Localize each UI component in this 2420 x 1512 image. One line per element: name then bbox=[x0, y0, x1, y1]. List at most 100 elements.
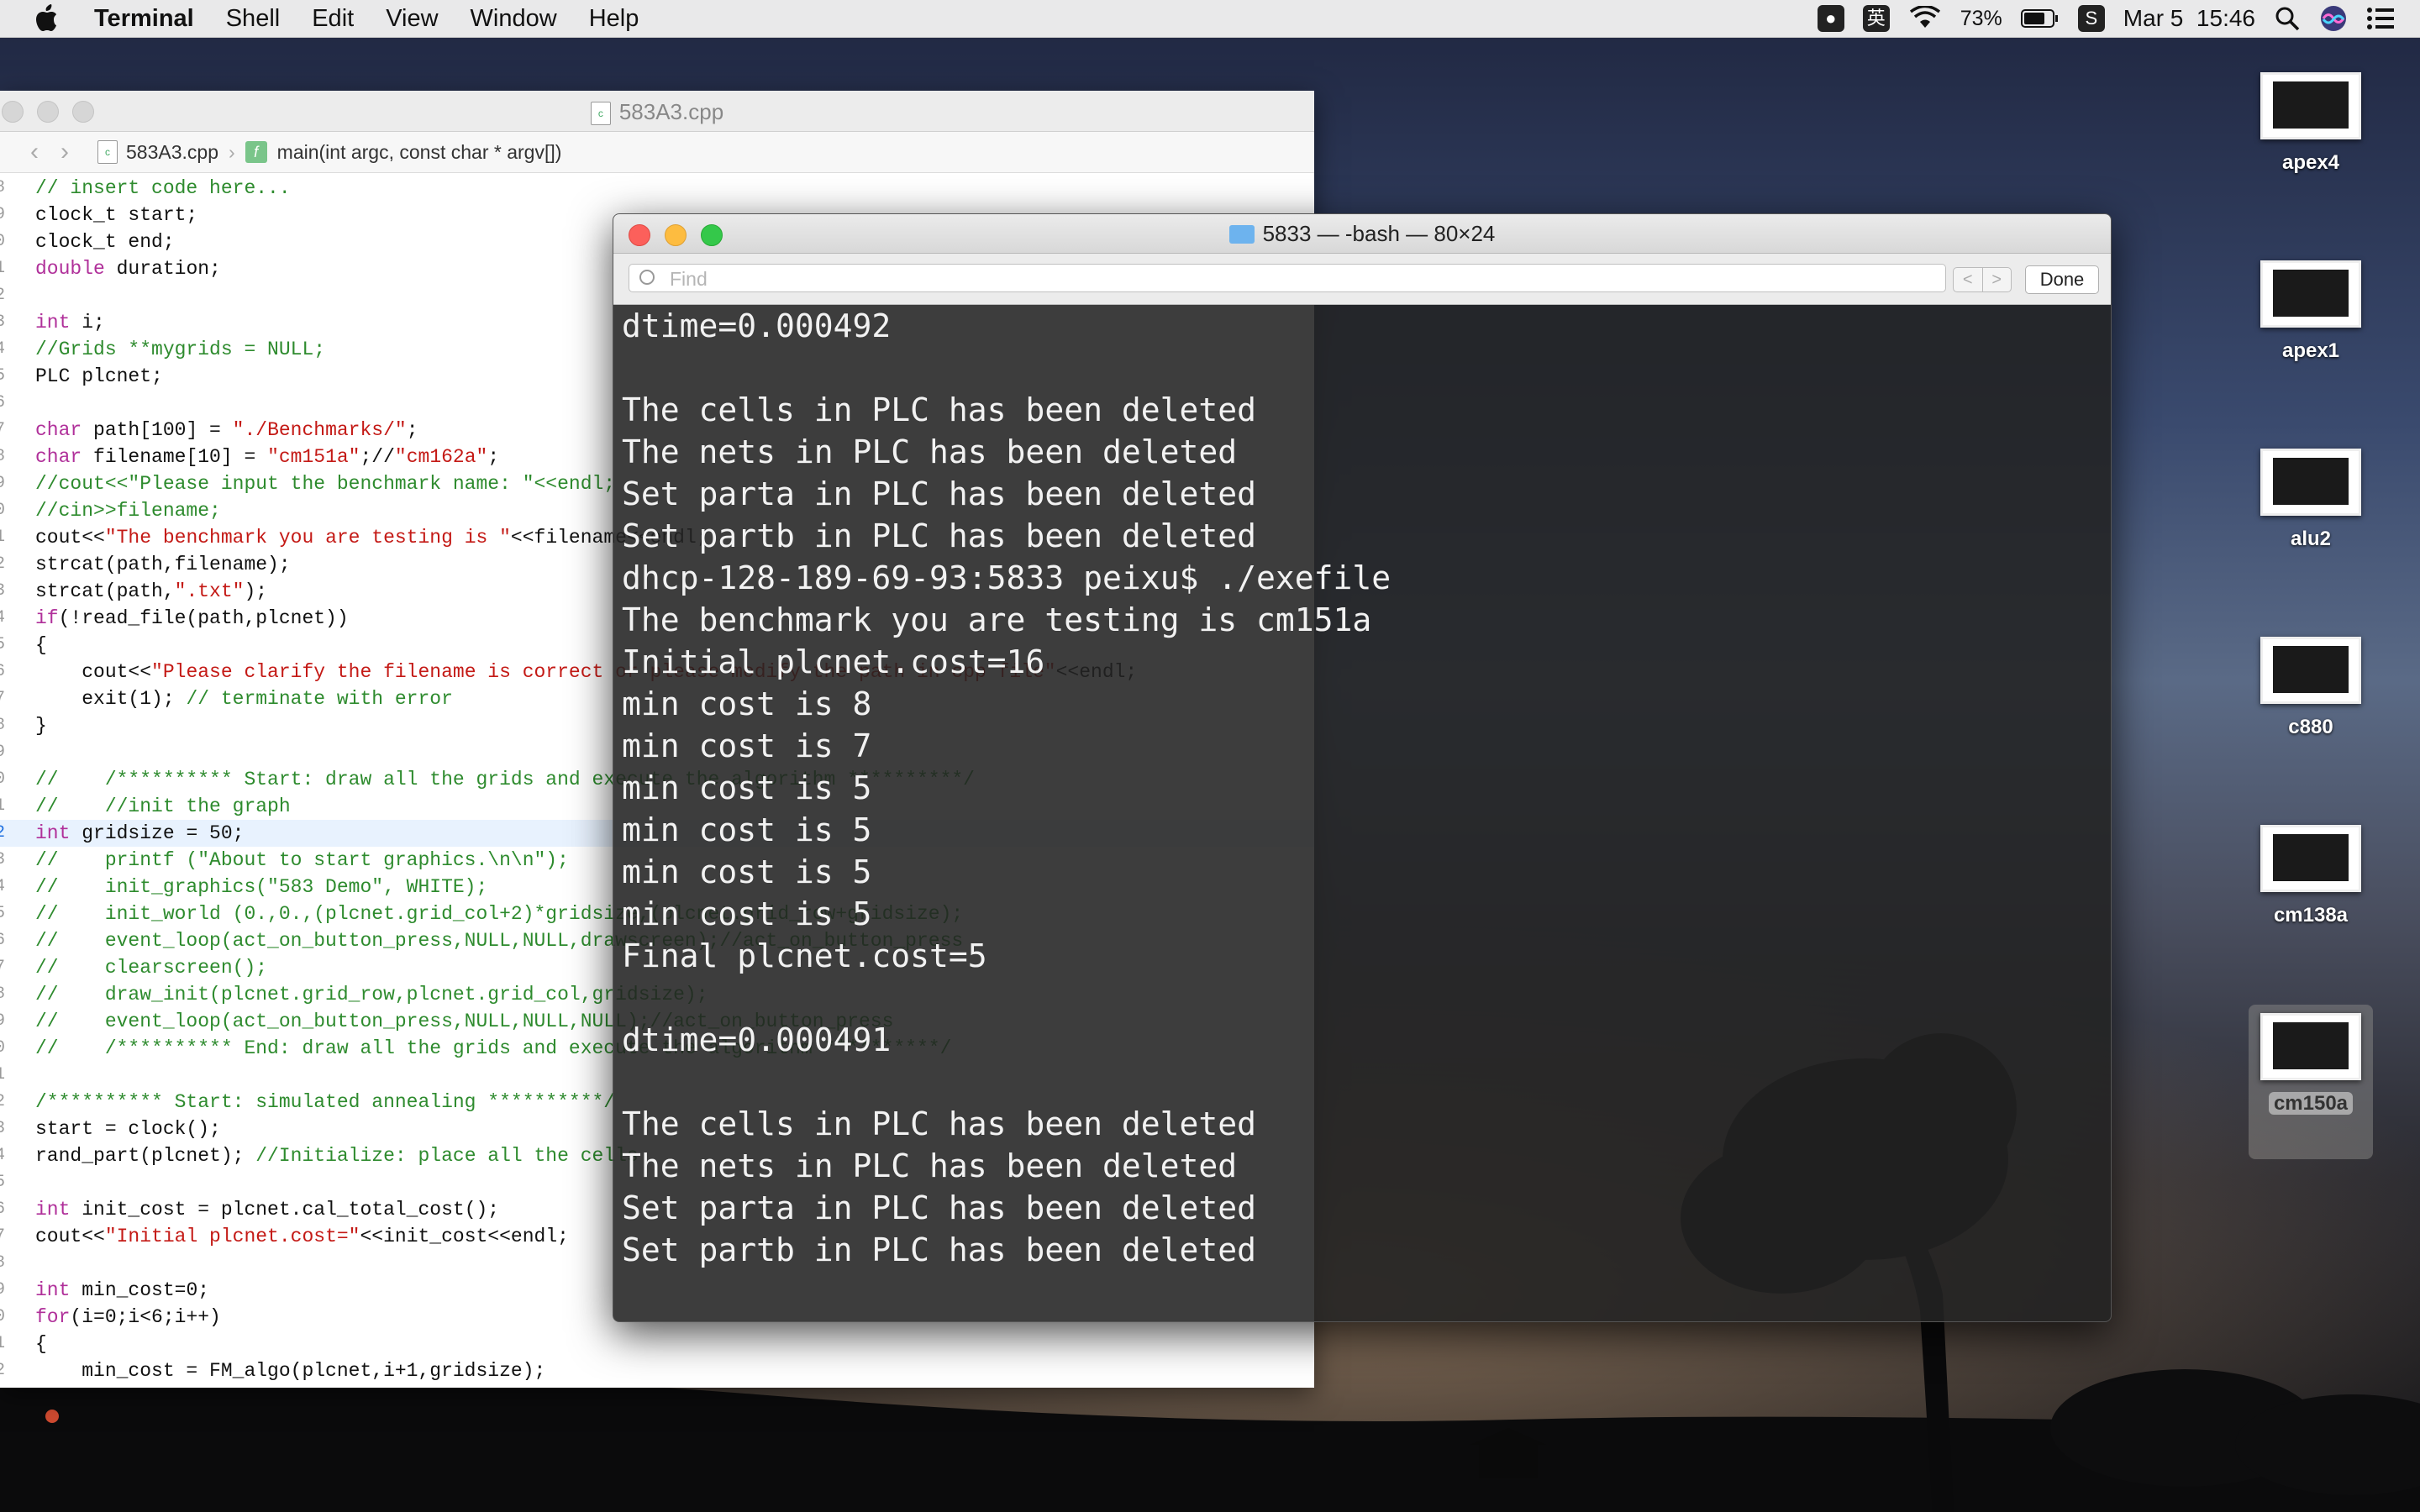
line-number: 9 bbox=[0, 205, 6, 224]
line-number: 0 bbox=[0, 1038, 6, 1058]
line-number: 1 bbox=[0, 528, 6, 547]
terminal-line: Set parta in PLC has been deleted bbox=[622, 1189, 1256, 1226]
code-text: /********** Start: simulated annealing *… bbox=[35, 1091, 616, 1113]
terminal-output[interactable]: dtime=0.000492 The cells in PLC has been … bbox=[622, 305, 1391, 1271]
line-number: 8 bbox=[0, 447, 6, 466]
line-number: 6 bbox=[0, 662, 6, 681]
clock[interactable]: Mar 5 15:46 bbox=[2123, 5, 2255, 32]
terminal-line: dtime=0.000492 bbox=[622, 307, 892, 344]
terminal-line: The cells in PLC has been deleted bbox=[622, 1105, 1256, 1142]
code-text: min_cost = FM_algo(plcnet,i+1,gridsize); bbox=[35, 1360, 546, 1382]
menu-view[interactable]: View bbox=[386, 5, 438, 33]
line-number: 8 bbox=[0, 984, 6, 1004]
find-next-button[interactable]: > bbox=[1981, 268, 2012, 291]
breadcrumb-separator-icon: › bbox=[228, 140, 235, 163]
spotlight-search-icon[interactable] bbox=[2274, 5, 2301, 32]
code-text: rand_part(plcnet); //Initialize: place a… bbox=[35, 1145, 639, 1167]
desktop-icon-label: apex4 bbox=[2281, 151, 2340, 174]
apple-menu-icon[interactable] bbox=[34, 4, 59, 33]
menu-edit[interactable]: Edit bbox=[312, 5, 354, 33]
input-method-icon[interactable]: 英 bbox=[1862, 5, 1890, 32]
terminal-line: min cost is 8 bbox=[622, 685, 872, 722]
line-number: 2 bbox=[0, 1361, 6, 1380]
code-text: { bbox=[35, 1333, 47, 1355]
code-line[interactable]: 8 // insert code here... bbox=[0, 175, 1314, 202]
terminal-line: min cost is 5 bbox=[622, 895, 872, 932]
find-input[interactable]: Find bbox=[629, 264, 1946, 292]
code-line[interactable]: 1{ bbox=[0, 1331, 1314, 1357]
app-menu-terminal[interactable]: Terminal bbox=[94, 5, 194, 33]
desktop-icon-apex1[interactable]: apex1 bbox=[2235, 260, 2386, 363]
back-arrow-icon[interactable]: ‹ bbox=[30, 138, 39, 166]
xcode-titlebar[interactable]: c 583A3.cpp bbox=[0, 91, 1314, 132]
line-number: 7 bbox=[0, 420, 6, 439]
code-text: int init_cost = plcnet.cal_total_cost(); bbox=[35, 1199, 500, 1221]
line-number: 9 bbox=[0, 1280, 6, 1299]
screenshot-thumbnail-icon bbox=[2260, 1013, 2361, 1080]
code-text: exit(1); // terminate with error bbox=[35, 688, 453, 710]
code-text: PLC plcnet; bbox=[35, 365, 163, 387]
terminal-titlebar[interactable]: 5833 — -bash — 80×24 bbox=[613, 214, 2111, 254]
code-text: start = clock(); bbox=[35, 1118, 221, 1140]
terminal-line: Set partb in PLC has been deleted bbox=[622, 517, 1256, 554]
desktop-icon-apex4[interactable]: apex4 bbox=[2235, 72, 2386, 175]
desktop-icon-label: cm138a bbox=[2273, 904, 2349, 927]
desktop-icon-label: apex1 bbox=[2281, 339, 2340, 362]
wifi-icon[interactable] bbox=[1908, 6, 1942, 31]
terminal-window: 5833 — -bash — 80×24 Find < > Done dtime… bbox=[613, 213, 2112, 1322]
cpp-file-icon: c bbox=[97, 140, 118, 164]
microphone-icon[interactable]: ● bbox=[1817, 5, 1844, 32]
search-icon bbox=[639, 270, 655, 285]
terminal-line: dhcp-128-189-69-93:5833 peixu$ ./exefile bbox=[622, 559, 1392, 596]
line-number: 2 bbox=[0, 823, 6, 843]
code-text: char path[100] = "./Benchmarks/"; bbox=[35, 419, 418, 441]
code-text: int min_cost=0; bbox=[35, 1279, 210, 1301]
line-number: 3 bbox=[0, 581, 6, 601]
window-title: 5833 — -bash — 80×24 bbox=[613, 221, 2111, 247]
code-text: //cout<<"Please input the benchmark name… bbox=[35, 473, 616, 495]
code-text: strcat(path,filename); bbox=[35, 554, 291, 575]
line-number: 1 bbox=[0, 796, 6, 816]
battery-icon[interactable] bbox=[2020, 8, 2060, 29]
terminal-line: The nets in PLC has been deleted bbox=[622, 433, 1238, 470]
code-text: //Grids **mygrids = NULL; bbox=[35, 339, 326, 360]
desktop-icon-c880[interactable]: c880 bbox=[2235, 637, 2386, 739]
menu-help[interactable]: Help bbox=[589, 5, 639, 33]
line-number: 0 bbox=[0, 1307, 6, 1326]
desktop-icon-cm138a[interactable]: cm138a bbox=[2235, 825, 2386, 927]
code-text: cout<<"Initial plcnet.cost="<<init_cost<… bbox=[35, 1226, 569, 1247]
notification-center-icon[interactable] bbox=[2366, 6, 2395, 31]
line-number: 8 bbox=[0, 178, 6, 197]
desktop-icon-alu2[interactable]: alu2 bbox=[2235, 449, 2386, 551]
breadcrumb-function[interactable]: main(int argc, const char * argv[]) bbox=[277, 141, 562, 164]
siri-icon[interactable] bbox=[2319, 4, 2348, 33]
line-number: 1 bbox=[0, 1334, 6, 1353]
breadcrumb-file[interactable]: 583A3.cpp bbox=[126, 141, 218, 164]
find-previous-button[interactable]: < bbox=[1954, 268, 1982, 291]
code-text: for(i=0;i<6;i++) bbox=[35, 1306, 221, 1328]
terminal-line: min cost is 7 bbox=[622, 727, 872, 764]
terminal-line: Initial plcnet.cost=16 bbox=[622, 643, 1045, 680]
sync-app-icon[interactable]: S bbox=[2077, 5, 2105, 32]
line-number: 2 bbox=[0, 286, 6, 305]
terminal-line: Set partb in PLC has been deleted bbox=[622, 1231, 1256, 1268]
code-line[interactable]: 2 min_cost = FM_algo(plcnet,i+1,gridsize… bbox=[0, 1357, 1314, 1384]
code-text: // init_graphics("583 Demo", WHITE); bbox=[35, 876, 488, 898]
screenshot-thumbnail-icon bbox=[2260, 260, 2361, 328]
cpp-file-icon: c bbox=[590, 102, 611, 126]
done-button[interactable]: Done bbox=[2025, 265, 2099, 294]
line-number: 9 bbox=[0, 474, 6, 493]
desktop-icon-cm150a[interactable]: cm150a bbox=[2235, 1005, 2386, 1159]
terminal-line: dtime=0.000491 bbox=[622, 1021, 892, 1058]
terminal-line: The nets in PLC has been deleted bbox=[622, 1147, 1238, 1184]
menu-shell[interactable]: Shell bbox=[226, 5, 281, 33]
forward-arrow-icon[interactable]: › bbox=[60, 138, 69, 166]
code-text: // draw_init(plcnet.grid_row,plcnet.grid… bbox=[35, 984, 708, 1005]
terminal-line: The cells in PLC has been deleted bbox=[622, 391, 1256, 428]
desktop-icon-label: cm150a bbox=[2268, 1092, 2354, 1115]
menu-window[interactable]: Window bbox=[471, 5, 557, 33]
code-text: clock_t end; bbox=[35, 231, 175, 253]
line-number: 1 bbox=[0, 1065, 6, 1084]
code-text: double duration; bbox=[35, 258, 221, 280]
